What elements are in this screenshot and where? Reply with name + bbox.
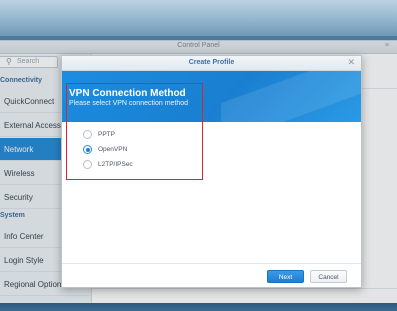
annotation-highlight-box [66, 83, 203, 180]
desktop-bottom-strip [0, 303, 397, 311]
next-button[interactable]: Next [267, 270, 304, 283]
desktop-top-strip [0, 0, 397, 36]
close-icon[interactable]: ✕ [347, 57, 355, 68]
cancel-button[interactable]: Cancel [310, 270, 347, 283]
header-decoration [221, 71, 361, 122]
dialog-titlebar: Create Profile ✕ [62, 56, 361, 71]
dialog-title: Create Profile [188, 59, 235, 66]
dialog-footer-divider [62, 263, 361, 264]
